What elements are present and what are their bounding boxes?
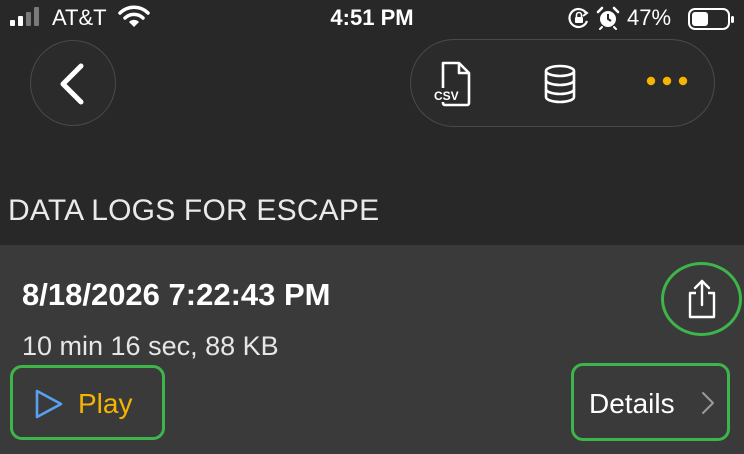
database-button[interactable] (517, 40, 601, 125)
play-button[interactable]: Play (10, 365, 165, 440)
log-entry-card: 8/18/2026 7:22:43 PM 10 min 16 sec, 88 K… (0, 245, 744, 454)
share-button[interactable] (661, 262, 742, 336)
more-dots-icon (646, 76, 688, 86)
play-label: Play (78, 388, 133, 419)
battery-icon (688, 8, 734, 30)
log-duration-size: 10 min 16 sec, 88 KB (22, 331, 279, 361)
back-button[interactable] (30, 40, 116, 126)
chevron-left-icon (60, 63, 84, 105)
toolbar: CSV (410, 39, 715, 127)
details-button[interactable]: Details (571, 363, 730, 441)
alarm-icon (596, 6, 620, 30)
orientation-lock-icon (568, 7, 589, 29)
play-icon (35, 389, 63, 419)
screen: AT&T 4:51 PM 47% CSV DATA LOGS FOR ESCAP… (0, 0, 744, 454)
details-label: Details (589, 388, 675, 419)
database-icon (544, 64, 576, 104)
more-options-button[interactable] (623, 40, 707, 125)
log-datetime: 8/18/2026 7:22:43 PM (22, 277, 331, 312)
share-icon (688, 279, 716, 319)
status-bar: AT&T 4:51 PM 47% (0, 0, 744, 38)
page-title: DATA LOGS FOR ESCAPE (8, 194, 380, 227)
battery-percentage: 47% (627, 5, 672, 30)
export-csv-button[interactable]: CSV (411, 40, 495, 125)
chevron-right-icon (702, 392, 714, 414)
csv-label: CSV (434, 89, 459, 103)
csv-file-icon: CSV (433, 61, 471, 107)
